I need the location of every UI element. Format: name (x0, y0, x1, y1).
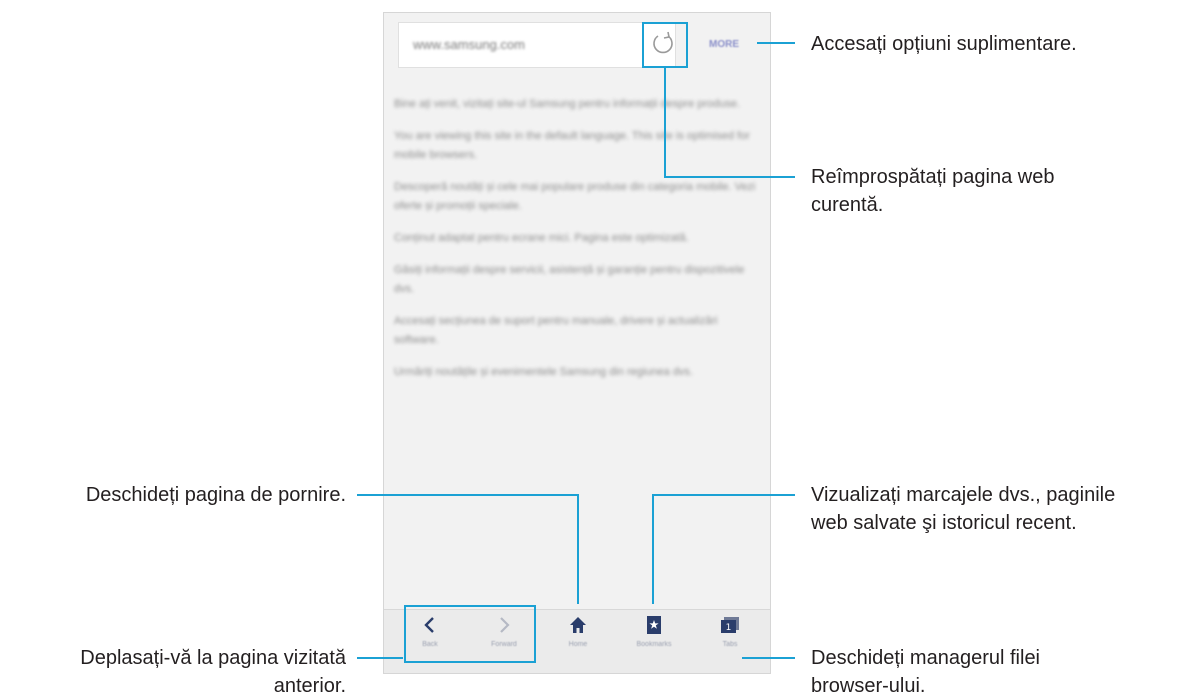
page-paragraph: Bine ați venit, vizitați site-ul Samsung… (394, 98, 741, 110)
callout-refresh-line2: curentă. (811, 194, 884, 216)
callout-bookmarks-line1: Vizualizați marcajele dvs., paginile (811, 484, 1116, 506)
tabs-leader-line (742, 657, 795, 659)
tabs-icon: 1 (721, 617, 739, 633)
more-button[interactable]: MORE (709, 39, 739, 50)
more-leader-line (757, 42, 795, 44)
home-leader-vertical (577, 494, 579, 604)
bookmarks-leader-vertical (652, 494, 654, 604)
callout-bookmarks-line2: web salvate şi istoricul recent. (811, 512, 1077, 534)
callout-bookmarks: Vizualizați marcajele dvs., paginile web… (811, 481, 1115, 537)
callout-tabs-line2: browser-ului. (811, 675, 926, 697)
url-text: www.samsung.com (413, 37, 525, 52)
page-paragraph: Conținut adaptat pentru ecrane mici. Pag… (394, 232, 689, 244)
web-page-content: Bine ați venit, vizitați site-ul Samsung… (394, 95, 762, 395)
home-label: Home (568, 641, 588, 648)
callout-home: Deschideți pagina de pornire. (85, 484, 346, 506)
url-bar[interactable]: www.samsung.com (398, 22, 676, 68)
page-paragraph: Descoperă noutăți și cele mai populare p… (394, 181, 756, 212)
back-label: Back (422, 641, 438, 648)
callout-back: Deplasați-vă la pagina vizitată anterior… (0, 644, 346, 700)
chevron-right-icon (500, 617, 510, 633)
home-leader-horizontal (357, 494, 579, 496)
bookmarks-leader-horizontal (652, 494, 795, 496)
bookmarks-label: Bookmarks (636, 641, 672, 648)
back-button[interactable]: Back (410, 615, 450, 659)
tabs-button[interactable]: 1 Tabs (710, 615, 750, 659)
callout-more-options: Accesați opțiuni suplimentare. (811, 33, 1077, 55)
bookmark-icon (647, 616, 661, 634)
page-paragraph: You are viewing this site in the default… (394, 130, 750, 161)
callout-refresh-line1: Reîmprospătați pagina web (811, 166, 1055, 188)
tabs-label: Tabs (722, 641, 738, 648)
bookmarks-button[interactable]: Bookmarks (634, 615, 674, 659)
callout-tabs: Deschideți managerul filei browser-ului. (811, 644, 1040, 700)
page-paragraph: Urmăriți noutățile și evenimentele Samsu… (394, 366, 693, 378)
back-leader-line (357, 657, 403, 659)
tab-count: 1 (726, 623, 732, 633)
callout-back-line1: Deplasați-vă la pagina vizitată (80, 647, 346, 669)
forward-button[interactable]: Forward (484, 615, 524, 659)
refresh-leader-horizontal (664, 176, 795, 178)
callout-back-line2: anterior. (273, 675, 346, 697)
forward-label: Forward (491, 641, 517, 648)
home-button[interactable]: Home (558, 615, 598, 659)
home-icon (570, 617, 586, 633)
refresh-leader-vertical (664, 68, 666, 178)
callout-tabs-line1: Deschideți managerul filei (811, 647, 1041, 669)
chevron-left-icon (424, 617, 434, 633)
refresh-highlight (642, 22, 688, 68)
page-paragraph: Găsiți informații despre servicii, asist… (394, 264, 745, 295)
page-paragraph: Accesați secțiunea de suport pentru manu… (394, 315, 718, 346)
callout-refresh: Reîmprospătați pagina web curentă. (811, 163, 1054, 219)
